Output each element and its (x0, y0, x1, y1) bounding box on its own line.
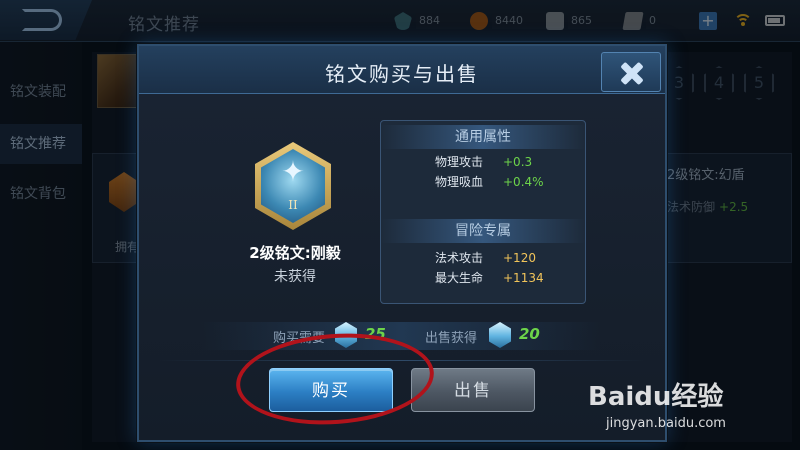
attr-value: +0.3 (503, 155, 533, 169)
watermark-logo: Baidu经验 (588, 382, 724, 412)
rune-status: 未获得 (274, 269, 316, 285)
watermark-url: jingyan.baidu.com (606, 416, 726, 431)
attr-value: +120 (503, 251, 536, 265)
close-button[interactable] (601, 52, 661, 92)
attr-row: 物理攻击 +0.3 (435, 155, 533, 169)
general-attr-header: 通用属性 (381, 125, 585, 149)
rune-emblem-icon: ✦ II (255, 142, 331, 230)
attr-value: +0.4% (503, 175, 544, 189)
dialog-title: 铭文购买与出售 (325, 62, 479, 86)
attr-value: +1134 (503, 271, 544, 285)
attr-row: 物理吸血 +0.4% (435, 175, 544, 189)
attr-row: 最大生命 +1134 (435, 271, 544, 285)
sell-gain-value: 20 (519, 325, 540, 343)
rune-level-numeral: II (288, 198, 298, 212)
trident-icon: ✦ (281, 155, 305, 188)
attribute-panel: 通用属性 物理攻击 +0.3 物理吸血 +0.4% 冒险专属 法术攻击 +120… (380, 120, 586, 304)
attr-row: 法术攻击 +120 (435, 251, 536, 265)
adventure-attr-header: 冒险专属 (381, 219, 585, 243)
sell-gain-label: 出售获得 (425, 331, 478, 346)
rune-name: 2级铭文:刚毅 (249, 244, 341, 262)
dialog-header: 铭文购买与出售 (139, 46, 665, 94)
